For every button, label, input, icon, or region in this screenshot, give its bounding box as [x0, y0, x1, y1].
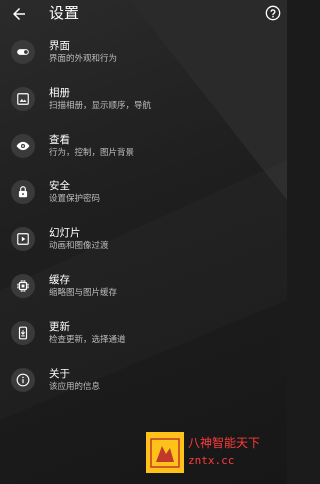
item-title: 更新: [49, 320, 70, 333]
eye-icon: [11, 133, 35, 158]
item-subtitle: 该应用的信息: [49, 381, 101, 392]
watermark-logo: [146, 432, 184, 473]
settings-item-security[interactable]: 安全 设置保护密码: [0, 172, 287, 214]
item-title: 查看: [49, 133, 70, 146]
settings-item-cache[interactable]: 缓存 缩略图与图片缓存: [0, 266, 287, 308]
settings-item-slideshow[interactable]: 幻灯片 动画和图像过渡: [0, 219, 287, 261]
settings-item-update[interactable]: 更新 检查更新，选择通道: [0, 313, 287, 355]
item-subtitle: 缩略图与图片缓存: [49, 287, 118, 298]
item-subtitle: 检查更新，选择通道: [49, 334, 126, 345]
item-title: 相册: [49, 86, 70, 99]
item-subtitle: 行为，控制，图片背景: [49, 147, 135, 158]
item-title: 界面: [49, 40, 70, 52]
toggle-icon: [11, 40, 35, 64]
help-circle-icon[interactable]: [265, 5, 281, 21]
item-subtitle: 设置保护密码: [49, 194, 101, 205]
lock-icon: [11, 180, 35, 205]
watermark-url: zntx.cc: [188, 454, 235, 467]
chip-icon: [11, 273, 35, 298]
slideshow-icon: [11, 227, 35, 252]
image-icon: [11, 86, 35, 111]
arrow-left-icon[interactable]: [10, 5, 28, 23]
item-title: 幻灯片: [49, 227, 81, 240]
watermark: 八神智能天下 zntx.cc: [146, 432, 285, 473]
settings-item-view[interactable]: 查看 行为，控制，图片背景: [0, 126, 287, 168]
phone-update-icon: [11, 320, 35, 345]
item-title: 关于: [49, 367, 70, 380]
item-subtitle: 扫描相册，显示顺序，导航: [49, 100, 152, 111]
settings-list: 界面 界面的外观和行为 相册 扫描相册，显示顺序，导航 查看 行为，控制，图片背…: [0, 32, 287, 406]
item-title: 安全: [49, 180, 70, 193]
info-icon: [11, 367, 35, 392]
app-bar: 设置: [0, 0, 287, 28]
settings-item-album[interactable]: 相册 扫描相册，显示顺序，导航: [0, 79, 287, 121]
watermark-text: 八神智能天下: [188, 436, 261, 450]
page-title: 设置: [49, 4, 80, 22]
item-title: 缓存: [49, 273, 70, 286]
item-subtitle: 界面的外观和行为: [49, 54, 118, 64]
item-subtitle: 动画和图像过渡: [49, 241, 109, 252]
settings-item-interface[interactable]: 界面 界面的外观和行为: [0, 32, 287, 74]
settings-item-about[interactable]: 关于 该应用的信息: [0, 360, 287, 402]
